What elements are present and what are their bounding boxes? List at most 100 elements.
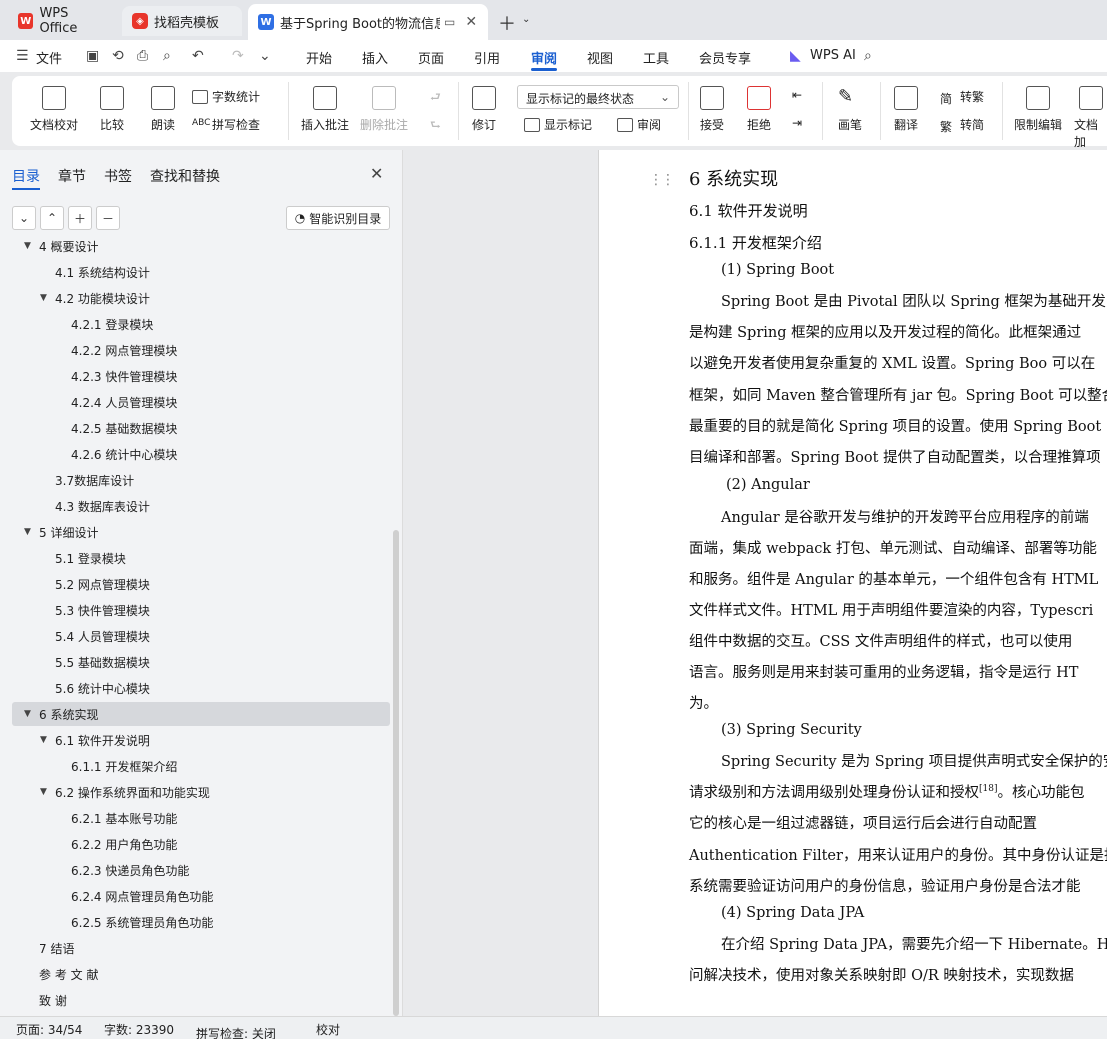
close-tab-icon[interactable]: ✕ [465,14,477,30]
to-traditional-button[interactable]: 简 转繁 [940,88,984,106]
toc-item[interactable]: 5.6 统计中心模块 [12,676,390,700]
menu-wps-ai[interactable]: WPS AI [810,48,856,63]
spell-check-status[interactable]: 拼写检查: 关闭 ⌄ [196,1021,276,1039]
menu-reference[interactable]: 引用 [474,48,500,67]
next-revision-icon[interactable]: ⇥ [792,116,802,130]
toc-item[interactable]: 4.2.6 统计中心模块 [12,442,390,466]
accept-button[interactable]: 接受 [700,86,724,133]
more-chevron-icon[interactable]: ⌄ [259,48,271,64]
document-line[interactable]: 在介绍 Spring Data JPA，需要先介绍一下 Hibernate。Hi… [721,933,1107,954]
menu-tools[interactable]: 工具 [643,48,669,67]
document-line[interactable]: 框架，如同 Maven 整合管理所有 jar 包。Spring Boot 可以整… [689,384,1107,405]
document-line[interactable]: 是构建 Spring 框架的应用以及开发过程的简化。此框架通过 [689,321,1081,342]
menu-insert[interactable]: 插入 [362,48,388,67]
toc-item[interactable]: 6.2.1 基本账号功能 [12,806,390,830]
hamburger-icon[interactable]: ☰ [16,48,29,64]
document-heading[interactable]: 6 系统实现 [689,165,778,191]
expand-triangle-icon[interactable]: ▼ [24,527,31,537]
menu-start[interactable]: 开始 [306,48,332,67]
tab-template[interactable]: ◈ 找稻壳模板 [122,6,242,36]
toc-item[interactable]: 5.3 快件管理模块 [12,598,390,622]
collapse-button[interactable]: ⌃ [40,206,64,230]
spell-check-button[interactable]: ABC 拼写检查 [192,116,260,133]
toc-item[interactable]: 5.4 人员管理模块 [12,624,390,648]
undo-icon[interactable]: ↶ [192,48,204,64]
toc-item[interactable]: 5.1 登录模块 [12,546,390,570]
doc-check-button[interactable]: 文档校对 [30,86,78,133]
tab-toc[interactable]: 目录 [12,166,40,186]
word-count-button[interactable]: 字数统计 [192,88,260,105]
document-line[interactable]: 文件样式文件。HTML 用于声明组件要渲染的内容，Typescri [689,599,1093,620]
expand-triangle-icon[interactable]: ▼ [40,787,47,797]
document-line[interactable]: 系统需要验证访问用户的身份信息，验证用户身份是合法才能 [689,875,1081,896]
toc-item[interactable]: 3.7数据库设计 [12,468,390,492]
toc-item[interactable]: 4.3 数据库表设计 [12,494,390,518]
pen-button[interactable]: ✎ 画笔 [838,86,862,133]
document-line[interactable]: Authentication Filter，用来认证用户的身份。其中身份认证是指 [689,844,1107,865]
toc-item[interactable]: 4.2.3 快件管理模块 [12,364,390,388]
translate-button[interactable]: 翻译 [894,86,918,133]
redo-icon[interactable]: ↷ [232,48,244,64]
tab-bookmark[interactable]: 书签 [104,166,132,186]
tab-chapter[interactable]: 章节 [58,166,86,186]
document-line[interactable]: 目编译和部署。Spring Boot 提供了自动配置类，以合理推算项 [689,446,1101,467]
document-content[interactable]: 6 系统实现 6.1 软件开发说明 6.1.1 开发框架介绍 (1) Spring B… [599,150,1107,1016]
toc-item[interactable]: ▼ 6.2 操作系统界面和功能实现 [12,780,390,804]
expand-triangle-icon[interactable]: ▼ [40,293,47,303]
toc-item[interactable]: 4.2.2 网点管理模块 [12,338,390,362]
toc-item[interactable]: 5.2 网点管理模块 [12,572,390,596]
expand-all-button[interactable]: ⌄ [12,206,36,230]
insert-comment-button[interactable]: 插入批注 [301,86,349,133]
document-line[interactable]: 它的核心是一组过滤器链，项目运行后会进行自动配置 [689,812,1037,833]
document-line[interactable]: Spring Boot 是由 Pivotal 团队以 Spring 框架为基础开… [721,290,1107,311]
document-page[interactable]: ⋮⋮ 6 系统实现 6.1 软件开发说明 6.1.1 开发框架介绍 (1) Sprin… [598,150,1107,1016]
chevron-down-icon[interactable]: ⌄ [522,14,530,25]
expand-triangle-icon[interactable]: ▼ [24,241,31,251]
delete-comment-button[interactable]: 删除批注 [360,86,408,133]
page-indicator[interactable]: 页面: 34/54 [16,1021,82,1038]
menu-member[interactable]: 会员专享 [699,48,751,67]
toc-item[interactable]: ▼ 6 系统实现 [12,702,390,726]
smart-toc-button[interactable]: ◔ 智能识别目录 [286,206,390,230]
remove-heading-button[interactable]: － [96,206,120,230]
toc-item[interactable]: 4.2.1 登录模块 [12,312,390,336]
to-simplified-button[interactable]: 繁 转简 [940,116,984,134]
document-line[interactable]: 和服务。组件是 Angular 的基本单元，一个组件包含有 HTML [689,568,1098,589]
reject-button[interactable]: 拒绝 [747,86,771,133]
print-icon[interactable]: ⎙ [137,48,148,64]
search-icon[interactable]: ⌕ [864,48,872,64]
document-line[interactable]: 最重要的目的就是简化 Spring 项目的设置。使用 Spring Boot [689,415,1101,436]
share-icon[interactable]: ⟲ [112,48,124,64]
toc-item[interactable]: 6.2.2 用户角色功能 [12,832,390,856]
proofread-indicator[interactable]: 校对 [316,1021,340,1038]
read-aloud-button[interactable]: 朗读 [151,86,175,133]
toc-scrollbar[interactable] [393,530,399,1016]
next-comment-icon[interactable]: ⮑ [430,116,441,137]
toc-item[interactable]: 5.5 基础数据模块 [12,650,390,674]
word-count-indicator[interactable]: 字数: 23390 [104,1021,174,1038]
document-line[interactable]: (2) Angular [726,477,810,493]
expand-triangle-icon[interactable]: ▼ [40,735,47,745]
add-heading-button[interactable]: ＋ [68,206,92,230]
document-heading[interactable]: 6.1.1 开发框架介绍 [689,232,822,253]
document-line[interactable]: 语言。服务则是用来封装可重用的业务逻辑，指令是运行 HT [689,661,1078,682]
restrict-edit-button[interactable]: 限制编辑 [1014,86,1062,133]
expand-triangle-icon[interactable]: ▼ [24,709,31,719]
toc-item[interactable]: 7 结语 [12,936,390,960]
prev-revision-icon[interactable]: ⇤ [792,88,802,102]
toc-item[interactable]: 4.1 系统结构设计 [12,260,390,284]
toc-item[interactable]: ▼ 5 详细设计 [12,520,390,544]
toc-item[interactable]: 6.1.1 开发框架介绍 [12,754,390,778]
toc-item[interactable]: 4.2.4 人员管理模块 [12,390,390,414]
toc-item[interactable]: 6.2.3 快递员角色功能 [12,858,390,882]
markup-state-select[interactable]: 显示标记的最终状态 ⌄ [517,85,679,109]
print-preview-icon[interactable]: ⌕ [163,48,171,64]
doc-encrypt-button[interactable]: 文档加 [1074,86,1107,150]
document-line[interactable]: 面端，集成 webpack 打包、单元测试、自动编译、部署等功能 [689,537,1097,558]
document-line[interactable]: (4) Spring Data JPA [721,905,864,921]
tab-wps-office[interactable]: W WPS Office [8,6,118,36]
document-heading[interactable]: 6.1 软件开发说明 [689,200,808,221]
monitor-icon[interactable]: ▭ [444,15,455,29]
document-line[interactable]: 组件中数据的交互。CSS 文件声明组件的样式，也可以使用 [689,630,1072,651]
tab-document[interactable]: W 基于Spring Boot的物流信息管 ▭ ✕ [248,4,488,40]
